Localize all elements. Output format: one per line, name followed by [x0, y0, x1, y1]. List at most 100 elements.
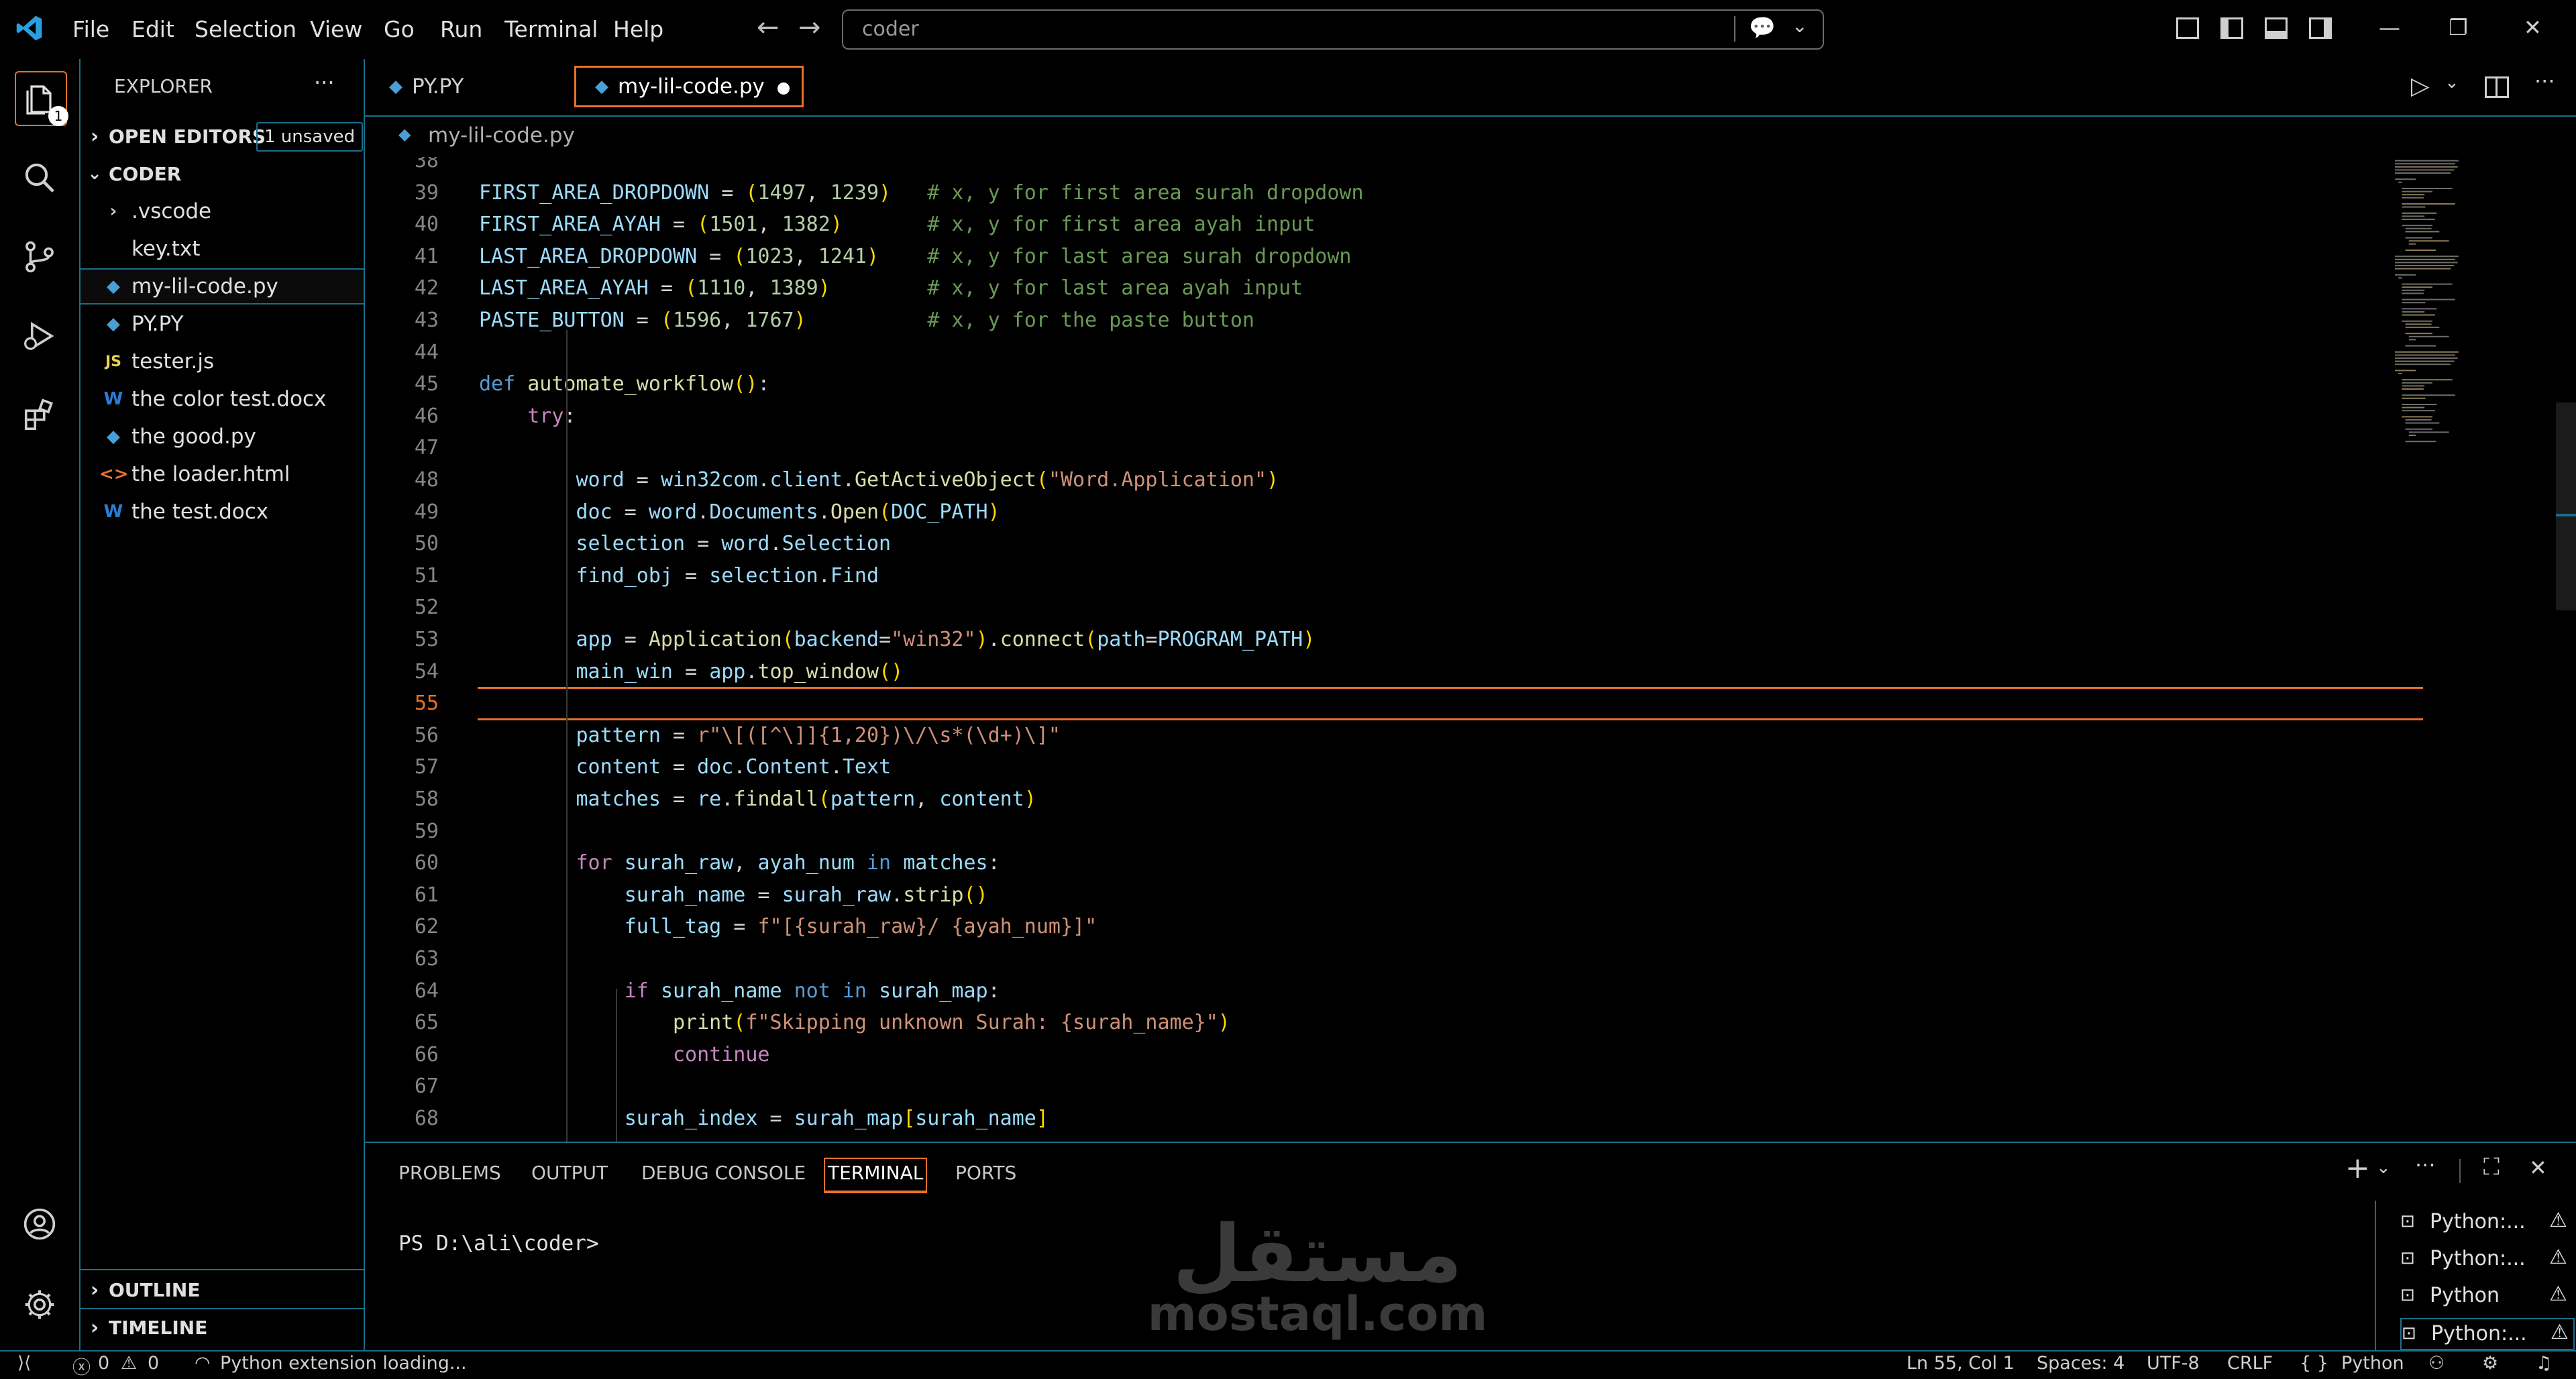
code-line[interactable]: 61 surah_name = surah_raw.strip(): [365, 879, 2391, 911]
chevron-down-icon[interactable]: ⌄: [2445, 72, 2459, 93]
notifications-bell-icon[interactable]: ♫: [2536, 1353, 2552, 1374]
code-line[interactable]: 65 print(f"Skipping unknown Surah: {sura…: [365, 1007, 2391, 1038]
file-item[interactable]: Wthe color test.docx: [80, 381, 382, 417]
code-line[interactable]: 38: [365, 157, 2391, 176]
chevron-down-icon[interactable]: ⌄: [1792, 15, 1807, 37]
language-mode[interactable]: Python: [2341, 1353, 2404, 1374]
accounts-status-icon[interactable]: ⚙: [2482, 1353, 2498, 1374]
command-center-search[interactable]: coder 💬 ⌄: [842, 9, 1824, 50]
file-item[interactable]: JS tester.js: [80, 343, 382, 380]
copilot-chat-icon[interactable]: 💬: [1749, 15, 1776, 40]
tab-my-lil-code[interactable]: ◆ my-lil-code.py: [574, 66, 804, 107]
code-line[interactable]: 40 FIRST_AREA_AYAH = (1501, 1382) # x, y …: [365, 209, 2391, 240]
tab-py-py[interactable]: ◆ PY.PY: [370, 66, 572, 107]
breadcrumb-file[interactable]: my-lil-code.py: [428, 123, 575, 148]
forward-arrow-icon[interactable]: →: [798, 12, 821, 43]
code-line[interactable]: 56 pattern = r"\[([^\]]{1,20})\/\s*(\d+)…: [365, 720, 2391, 751]
explorer-icon[interactable]: 1: [15, 71, 68, 126]
split-editor-icon[interactable]: [2485, 76, 2509, 98]
customize-layout-icon[interactable]: [2176, 17, 2199, 39]
error-count[interactable]: 0: [98, 1353, 109, 1374]
more-actions-icon[interactable]: ···: [2534, 68, 2555, 94]
file-item[interactable]: › .vscode: [80, 193, 382, 229]
code-line[interactable]: 67: [365, 1070, 2391, 1102]
terminal-instance[interactable]: ⊡ Python:... ⚠: [2400, 1207, 2575, 1239]
code-line[interactable]: 57 content = doc.Content.Text: [365, 751, 2391, 783]
timeline-section[interactable]: › TIMELINE: [80, 1309, 364, 1345]
open-editors-section[interactable]: › OPEN EDITORS 1 unsaved: [80, 118, 364, 154]
code-line[interactable]: 42 LAST_AREA_AYAH = (1110, 1389) # x, y f…: [365, 272, 2391, 304]
code-line[interactable]: 64 if surah_name not in surah_map:: [365, 975, 2391, 1007]
code-line[interactable]: 68 surah_index = surah_map[surah_name]: [365, 1103, 2391, 1134]
menu-help[interactable]: Help: [613, 16, 663, 42]
chevron-down-icon[interactable]: ⌄: [2376, 1158, 2391, 1178]
code-line[interactable]: 62 full_tag = f"[{surah_raw}/ {ayah_num}…: [365, 911, 2391, 942]
warning-icon[interactable]: ⚠: [121, 1353, 137, 1374]
code-line[interactable]: 43 PASTE_BUTTON = (1596, 1767) # x, y for…: [365, 305, 2391, 336]
breadcrumb[interactable]: ◆ my-lil-code.py: [365, 117, 2576, 157]
outline-section[interactable]: › OUTLINE: [80, 1272, 364, 1308]
menu-view[interactable]: View: [310, 16, 362, 42]
code-line[interactable]: 59: [365, 816, 2391, 847]
more-actions-icon[interactable]: ···: [2415, 1152, 2436, 1178]
terminal-instance[interactable]: ⊡ Python:... ⚠: [2400, 1318, 2575, 1350]
run-debug-icon[interactable]: [16, 313, 63, 360]
minimap[interactable]: [2394, 157, 2508, 479]
source-control-icon[interactable]: [16, 233, 63, 280]
indentation[interactable]: Spaces: 4: [2037, 1353, 2125, 1374]
file-item[interactable]: Wthe test.docx: [80, 494, 382, 530]
terminal-instance[interactable]: ⊡ Python ⚠: [2400, 1281, 2575, 1313]
close-panel-icon[interactable]: ✕: [2529, 1155, 2547, 1180]
account-icon[interactable]: [16, 1201, 63, 1248]
tab-debug-console[interactable]: DEBUG CONSOLE: [641, 1162, 806, 1184]
tab-problems[interactable]: PROBLEMS: [398, 1162, 501, 1184]
code-line[interactable]: 63: [365, 943, 2391, 975]
restore-icon[interactable]: ❐: [2449, 15, 2468, 40]
menu-selection[interactable]: Selection: [195, 16, 297, 42]
toggle-primary-sidebar-icon[interactable]: [2220, 17, 2243, 39]
warning-count[interactable]: 0: [148, 1353, 159, 1374]
maximize-panel-icon[interactable]: ⛶: [2483, 1154, 2500, 1180]
code-line[interactable]: 54 main_win = app.top_window(): [365, 656, 2391, 687]
terminal-instance[interactable]: ⊡ Python:... ⚠: [2400, 1244, 2575, 1276]
code-line[interactable]: 45 def automate_workflow():: [365, 368, 2391, 400]
remote-indicator-icon[interactable]: ⟩⟨: [17, 1353, 31, 1373]
unsaved-dot-icon[interactable]: [777, 82, 790, 95]
terminal-prompt[interactable]: PS D:\ali\coder>: [398, 1231, 599, 1256]
new-terminal-plus-icon[interactable]: +: [2345, 1151, 2370, 1185]
code-line[interactable]: 50 selection = word.Selection: [365, 528, 2391, 559]
menu-run[interactable]: Run: [440, 16, 482, 42]
tab-ports[interactable]: PORTS: [955, 1162, 1016, 1184]
menu-edit[interactable]: Edit: [131, 16, 174, 42]
code-line[interactable]: 49 doc = word.Documents.Open(DOC_PATH): [365, 496, 2391, 528]
more-actions-icon[interactable]: ···: [314, 70, 335, 95]
line-ending[interactable]: CRLF: [2227, 1353, 2273, 1374]
code-line[interactable]: 66 continue: [365, 1039, 2391, 1070]
code-line[interactable]: 48 word = win32com.client.GetActiveObjec…: [365, 464, 2391, 496]
menu-terminal[interactable]: Terminal: [504, 16, 598, 42]
code-line[interactable]: 53 app = Application(backend="win32").co…: [365, 624, 2391, 655]
errors-icon[interactable]: ⓧ: [72, 1353, 91, 1379]
code-editor[interactable]: 38 39 FIRST_AREA_DROPDOWN = (1497, 1239) #…: [365, 157, 2576, 1142]
settings-gear-icon[interactable]: [16, 1281, 63, 1328]
file-item[interactable]: ◆ PY.PY: [80, 306, 382, 342]
close-icon[interactable]: ✕: [2524, 15, 2542, 40]
code-line[interactable]: 55: [365, 687, 2391, 719]
file-item[interactable]: ◆ the good.py: [80, 419, 382, 455]
tab-output[interactable]: OUTPUT: [531, 1162, 608, 1184]
toggle-panel-icon[interactable]: [2265, 17, 2288, 39]
extensions-icon[interactable]: [16, 392, 63, 439]
code-line[interactable]: 46 try:: [365, 400, 2391, 432]
folder-coder[interactable]: ⌄ CODER: [80, 156, 364, 192]
minimize-icon[interactable]: —: [2379, 15, 2400, 40]
file-item[interactable]: <> the loader.html: [80, 456, 382, 492]
code-line[interactable]: 47: [365, 432, 2391, 463]
editor-scrollbar[interactable]: [2556, 402, 2576, 610]
encoding[interactable]: UTF-8: [2147, 1353, 2200, 1374]
file-item[interactable]: ◆ my-lil-code.py: [80, 268, 364, 305]
code-line[interactable]: 41 LAST_AREA_DROPDOWN = (1023, 1241) # x,…: [365, 241, 2391, 272]
code-line[interactable]: 60 for surah_raw, ayah_num in matches:: [365, 847, 2391, 879]
run-python-file-icon[interactable]: ▷: [2411, 72, 2430, 100]
code-line[interactable]: 51 find_obj = selection.Find: [365, 560, 2391, 592]
code-line[interactable]: 58 matches = re.findall(pattern, content…: [365, 783, 2391, 815]
